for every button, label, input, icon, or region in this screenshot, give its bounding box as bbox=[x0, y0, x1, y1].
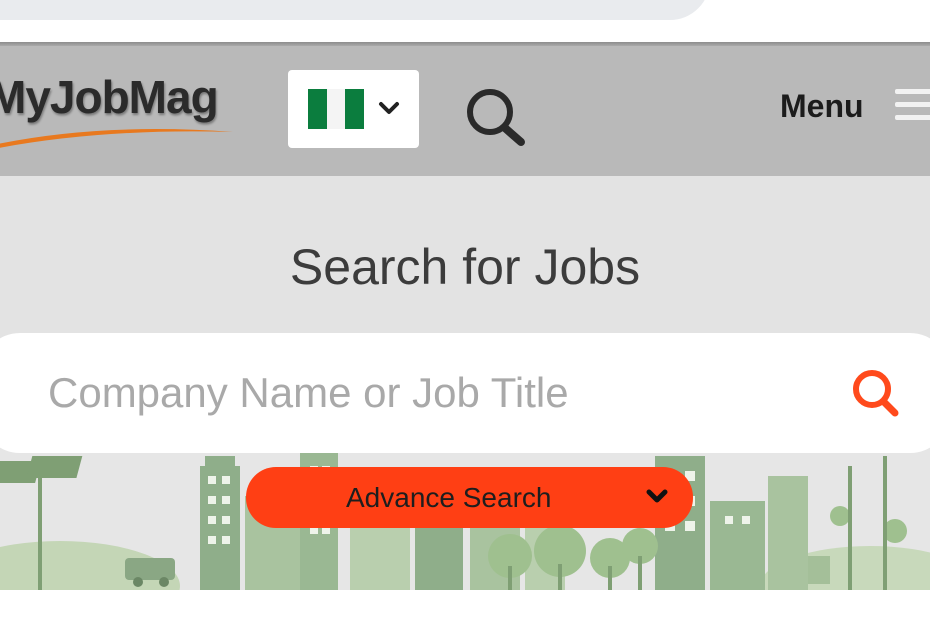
address-bar[interactable] bbox=[0, 0, 710, 20]
search-box bbox=[0, 333, 930, 453]
nigeria-flag-icon bbox=[308, 89, 364, 129]
hamburger-icon[interactable] bbox=[895, 89, 930, 128]
chevron-down-icon bbox=[646, 489, 668, 503]
search-title: Search for Jobs bbox=[289, 239, 641, 295]
chevron-down-icon bbox=[379, 102, 399, 114]
site-logo[interactable]: MyJobMag bbox=[0, 70, 238, 150]
advance-search-button[interactable]: Advance Search bbox=[246, 467, 693, 528]
advance-search-label: Advance Search bbox=[346, 482, 552, 513]
country-selector[interactable] bbox=[288, 70, 419, 148]
menu-label[interactable]: Menu bbox=[780, 88, 864, 125]
job-search-input[interactable] bbox=[48, 363, 808, 423]
search-icon[interactable] bbox=[463, 86, 529, 152]
search-submit-icon[interactable] bbox=[852, 365, 900, 425]
logo-swoosh-icon bbox=[0, 129, 233, 148]
site-header: MyJobMag Menu bbox=[0, 46, 930, 176]
page-body-blank bbox=[0, 590, 930, 620]
browser-top-strip bbox=[0, 0, 930, 44]
job-search-section: Search for Jobs Company Name or Job Titl… bbox=[0, 176, 930, 590]
